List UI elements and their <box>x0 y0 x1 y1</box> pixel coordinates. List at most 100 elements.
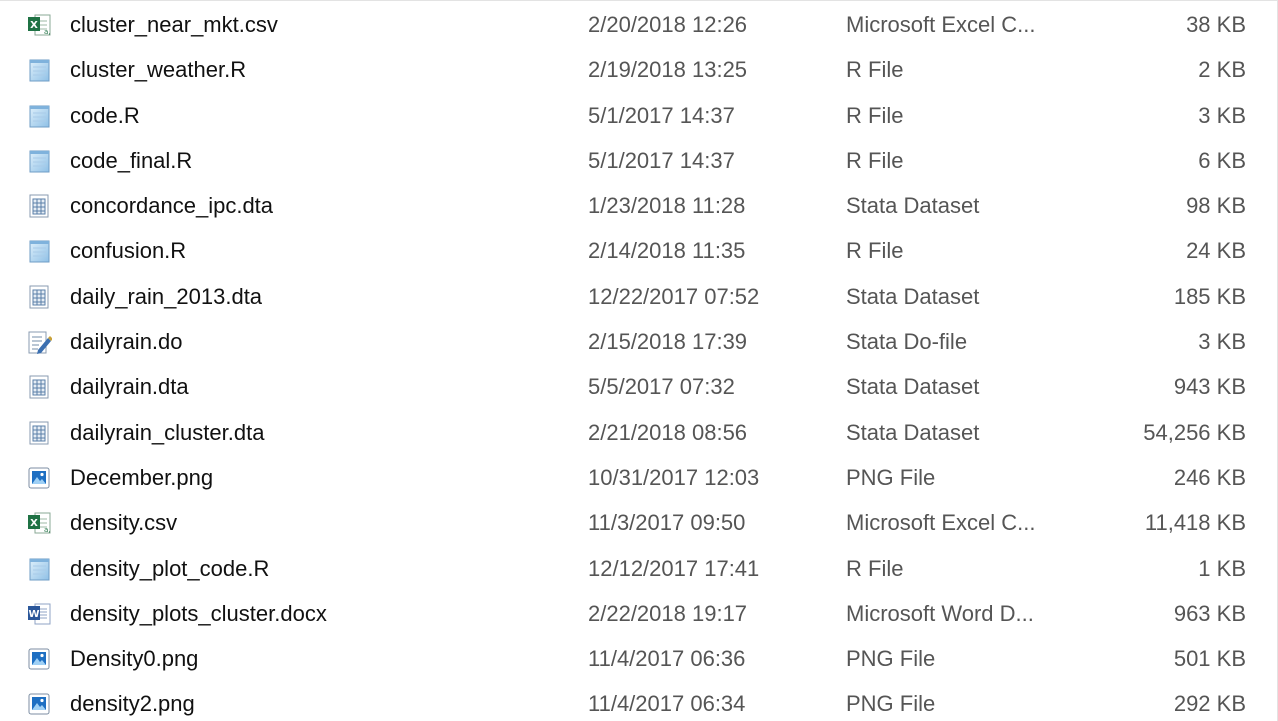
file-row[interactable]: cluster_weather.R 2/19/2018 13:25 R File 2 … <box>0 47 1270 92</box>
file-row[interactable]: density2.png 11/4/2017 06:34 PNG File 292 K… <box>0 681 1270 721</box>
r-file-icon <box>26 148 52 174</box>
file-size: 2 KB <box>1198 57 1246 83</box>
file-row[interactable]: December.png 10/31/2017 12:03 PNG File 246 … <box>0 455 1270 500</box>
file-date-modified: 2/15/2018 17:39 <box>588 329 748 355</box>
file-size: 943 KB <box>1173 374 1246 400</box>
file-name: code.R <box>70 102 140 128</box>
file-row[interactable]: dailyrain.dta 5/5/2017 07:32 Stata Dataset… <box>0 364 1270 409</box>
stata-dofile-icon <box>26 329 52 355</box>
file-name: code_final.R <box>70 147 193 173</box>
file-row[interactable]: confusion.R 2/14/2018 11:35 R File 24 KB <box>0 228 1270 273</box>
svg-text:X: X <box>30 518 38 529</box>
file-size: 246 KB <box>1173 464 1246 490</box>
excel-csv-icon: a, X <box>26 12 52 38</box>
file-size: 3 KB <box>1198 329 1246 355</box>
file-row[interactable]: daily_rain_2013.dta 12/22/2017 07:52 Stata… <box>0 274 1270 319</box>
file-name: dailyrain_cluster.dta <box>70 419 265 445</box>
file-name: daily_rain_2013.dta <box>70 283 263 309</box>
svg-text:a,: a, <box>44 28 51 36</box>
file-name: Density0.png <box>70 646 199 672</box>
file-type: Stata Dataset <box>846 419 980 445</box>
excel-csv-icon: a, X <box>26 510 52 536</box>
file-type: Stata Dataset <box>846 374 980 400</box>
file-size: 54,256 KB <box>1143 419 1246 445</box>
svg-text:a,: a, <box>44 526 51 534</box>
file-type: Stata Do-file <box>846 329 968 355</box>
file-date-modified: 2/21/2018 08:56 <box>588 419 748 445</box>
file-name: density.csv <box>70 510 178 536</box>
file-type: PNG File <box>846 691 936 717</box>
file-type: Microsoft Word D... <box>846 600 1034 626</box>
file-row[interactable]: a, X cluster_near_mkt.csv 2/20/2018 12:26… <box>0 2 1270 47</box>
file-type: PNG File <box>846 646 936 672</box>
file-type: Microsoft Excel C... <box>846 12 1036 37</box>
file-type: R File <box>846 238 904 264</box>
file-date-modified: 12/12/2017 17:41 <box>588 555 760 581</box>
file-row[interactable]: W density_plots_cluster.docx 2/22/2018 19… <box>0 591 1270 636</box>
stata-dataset-icon <box>26 420 52 446</box>
file-type: Microsoft Excel C... <box>846 510 1036 536</box>
file-row[interactable]: code.R 5/1/2017 14:37 R File 3 KB <box>0 93 1270 138</box>
file-name: December.png <box>70 464 214 490</box>
svg-text:X: X <box>30 20 38 31</box>
file-date-modified: 2/22/2018 19:17 <box>588 600 748 626</box>
png-image-icon <box>26 646 52 672</box>
png-image-icon <box>26 691 52 717</box>
file-name: dailyrain.do <box>70 329 183 355</box>
file-list: a, X cluster_near_mkt.csv 2/20/2018 12:26… <box>0 2 1270 721</box>
r-file-icon <box>26 103 52 129</box>
file-date-modified: 12/22/2017 07:52 <box>588 283 760 309</box>
file-type: R File <box>846 555 904 581</box>
word-doc-icon: W <box>26 601 52 627</box>
file-date-modified: 2/19/2018 13:25 <box>588 57 748 83</box>
file-row[interactable]: concordance_ipc.dta 1/23/2018 11:28 Stata … <box>0 183 1270 228</box>
stata-dataset-icon <box>26 284 52 310</box>
file-type: R File <box>846 102 904 128</box>
file-size: 6 KB <box>1198 147 1246 173</box>
file-name: cluster_near_mkt.csv <box>70 12 278 37</box>
file-row[interactable]: a, X density.csv 11/3/2017 09:50 Microsoft… <box>0 500 1270 545</box>
file-size: 963 KB <box>1173 600 1246 626</box>
file-size: 501 KB <box>1173 646 1246 672</box>
file-type: R File <box>846 57 904 83</box>
file-date-modified: 5/1/2017 14:37 <box>588 147 735 173</box>
file-date-modified: 2/20/2018 12:26 <box>588 12 748 37</box>
r-file-icon <box>26 238 52 264</box>
file-row[interactable]: Density0.png 11/4/2017 06:36 PNG File 501 K… <box>0 636 1270 681</box>
file-type: Stata Dataset <box>846 193 980 219</box>
svg-text:W: W <box>28 609 39 620</box>
file-size: 11,418 KB <box>1144 510 1246 536</box>
file-date-modified: 11/4/2017 06:34 <box>588 691 746 717</box>
file-size: 292 KB <box>1173 691 1246 717</box>
file-name: density_plot_code.R <box>70 555 270 581</box>
file-name: dailyrain.dta <box>70 374 189 400</box>
file-row[interactable]: dailyrain.do 2/15/2018 17:39 Stata Do-file… <box>0 319 1270 364</box>
file-size: 185 KB <box>1173 283 1246 309</box>
file-row[interactable]: density_plot_code.R 12/12/2017 17:41 R Fil… <box>0 546 1270 591</box>
r-file-icon <box>26 556 52 582</box>
file-name: concordance_ipc.dta <box>70 193 274 219</box>
file-size: 38 KB <box>1186 12 1246 37</box>
file-type: R File <box>846 147 904 173</box>
file-name: cluster_weather.R <box>70 57 247 83</box>
file-type: PNG File <box>846 464 936 490</box>
file-date-modified: 5/1/2017 14:37 <box>588 102 735 128</box>
file-size: 24 KB <box>1186 238 1246 264</box>
file-date-modified: 5/5/2017 07:32 <box>588 374 735 400</box>
file-date-modified: 10/31/2017 12:03 <box>588 464 760 490</box>
file-size: 98 KB <box>1186 193 1246 219</box>
file-type: Stata Dataset <box>846 283 980 309</box>
file-date-modified: 2/14/2018 11:35 <box>588 238 746 264</box>
stata-dataset-icon <box>26 193 52 219</box>
file-name: confusion.R <box>70 238 187 264</box>
r-file-icon <box>26 57 52 83</box>
file-date-modified: 11/4/2017 06:36 <box>588 646 746 672</box>
file-size: 3 KB <box>1198 102 1246 128</box>
file-name: density2.png <box>70 691 195 717</box>
file-row[interactable]: code_final.R 5/1/2017 14:37 R File 6 KB <box>0 138 1270 183</box>
file-row[interactable]: dailyrain_cluster.dta 2/21/2018 08:56 Stat… <box>0 410 1270 455</box>
file-name: density_plots_cluster.docx <box>70 600 327 626</box>
png-image-icon <box>26 465 52 491</box>
file-date-modified: 1/23/2018 11:28 <box>588 193 746 219</box>
stata-dataset-icon <box>26 374 52 400</box>
